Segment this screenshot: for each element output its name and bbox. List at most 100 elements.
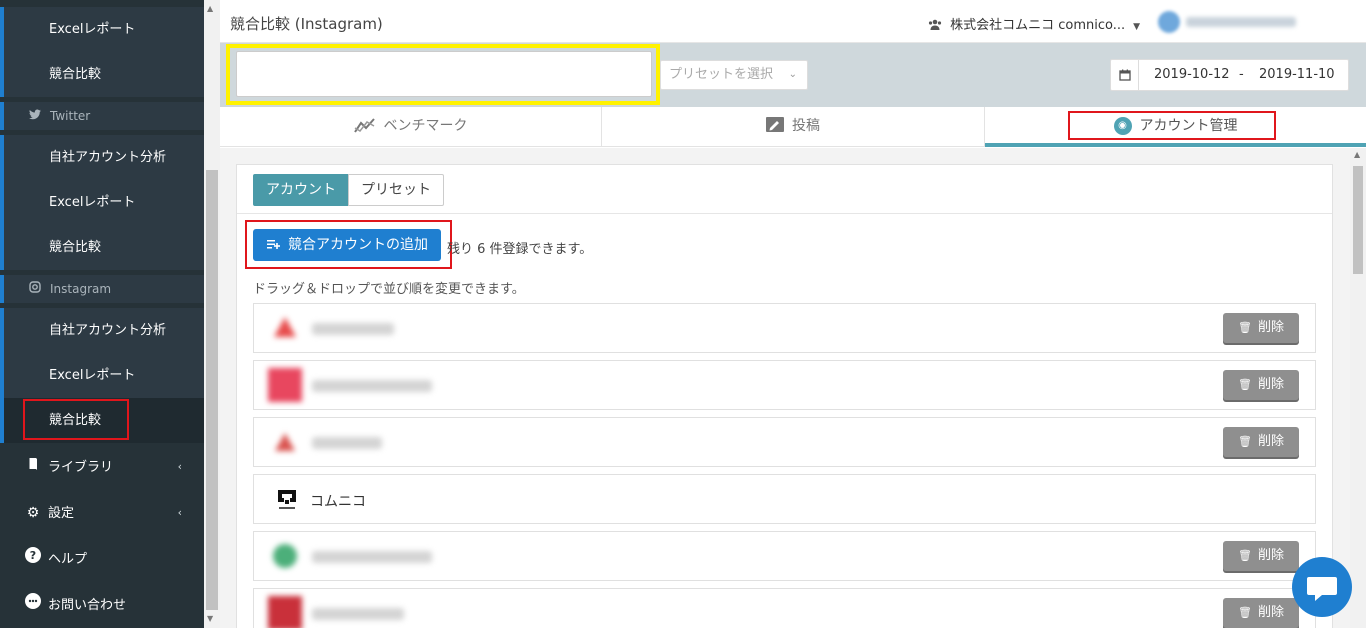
preset-placeholder: プリセットを選択 <box>669 67 774 82</box>
sidebar-item-facebook-competitor[interactable]: 競合比較 <box>0 52 204 97</box>
chevron-left-icon: ‹ <box>177 506 182 519</box>
account-name-blurred <box>312 323 394 335</box>
account-logo-blurred <box>268 368 302 402</box>
scroll-up-icon[interactable]: ▲ <box>207 4 213 13</box>
sidebar-item-contact[interactable]: お問い合わせ <box>0 582 204 628</box>
account-logo-blurred <box>268 425 302 459</box>
user-menu[interactable] <box>1158 11 1326 33</box>
sidebar-item-label: お問い合わせ <box>48 598 127 613</box>
tab-bar: ベンチマーク 投稿 ◉ アカウント管理 <box>220 107 1366 147</box>
account-name-blurred <box>312 551 432 563</box>
drag-drop-hint: ドラッグ＆ドロップで並び順を変更できます。 <box>253 282 525 297</box>
delete-button[interactable]: 🗑 削除 <box>1223 427 1299 457</box>
divider <box>237 213 1332 214</box>
sidebar-group-label: Instagram <box>50 282 112 296</box>
list-item[interactable]: 🗑 削除 <box>253 417 1316 467</box>
contact-icon <box>24 582 42 628</box>
page-title: 競合比較 (Instagram) <box>230 15 383 33</box>
tab-label: 投稿 <box>792 118 820 134</box>
trash-icon: 🗑 <box>1238 435 1252 448</box>
sidebar-item-label: 競合比較 <box>49 67 102 82</box>
tab-posts[interactable]: 投稿 <box>602 107 985 147</box>
scroll-up-icon[interactable]: ▲ <box>1354 150 1360 159</box>
sidebar-item-instagram-excel-report[interactable]: Excelレポート <box>0 353 204 398</box>
highlight-box-tab <box>1068 111 1276 140</box>
sidebar-item-library[interactable]: ライブラリ ‹ <box>0 444 204 490</box>
avatar <box>1158 11 1180 33</box>
account-name: コムニコ <box>310 494 366 510</box>
list-item[interactable]: 🗑 削除 <box>253 360 1316 410</box>
chat-button[interactable] <box>1292 557 1352 617</box>
chart-line-icon <box>353 107 376 145</box>
sidebar-group-twitter: Twitter <box>0 102 204 130</box>
sidebar-item-twitter-own-analysis[interactable]: 自社アカウント分析 <box>0 135 204 180</box>
delete-button[interactable]: 🗑 削除 <box>1223 598 1299 628</box>
date-range-picker[interactable]: 2019-10-12 - 2019-11-10 <box>1110 59 1349 91</box>
segment-preset[interactable]: プリセット <box>348 174 444 206</box>
scroll-down-icon[interactable]: ▼ <box>207 614 213 623</box>
comnico-logo <box>276 488 298 512</box>
remaining-count-text: 残り 6 件登録できます。 <box>447 242 593 257</box>
content-scrollbar[interactable]: ▲ <box>1350 148 1366 628</box>
segment-account[interactable]: アカウント <box>253 174 349 206</box>
book-icon <box>24 444 42 490</box>
account-logo-blurred <box>268 311 302 345</box>
delete-button[interactable]: 🗑 削除 <box>1223 541 1299 571</box>
delete-button[interactable]: 🗑 削除 <box>1223 313 1299 343</box>
list-item[interactable]: 🗑 削除 <box>253 303 1316 353</box>
tab-label: ベンチマーク <box>383 118 468 134</box>
delete-label: 削除 <box>1257 548 1284 563</box>
sidebar-item-label: ライブラリ <box>48 460 114 475</box>
twitter-icon <box>28 102 42 130</box>
preset-select[interactable]: プリセットを選択 ⌄ <box>660 60 808 90</box>
search-input[interactable] <box>236 51 652 97</box>
list-item[interactable]: 🗑 削除 <box>253 588 1316 628</box>
svg-text:?: ? <box>30 549 36 562</box>
delete-label: 削除 <box>1257 320 1284 335</box>
sidebar-item-twitter-excel-report[interactable]: Excelレポート <box>0 180 204 225</box>
highlight-box-add-button <box>245 220 452 269</box>
sidebar-item-label: Excelレポート <box>49 22 136 37</box>
trash-icon: 🗑 <box>1238 321 1252 334</box>
delete-label: 削除 <box>1257 434 1284 449</box>
user-name-blurred <box>1186 17 1296 27</box>
delete-label: 削除 <box>1257 377 1284 392</box>
trash-icon: 🗑 <box>1238 378 1252 391</box>
chat-bubble-icon <box>1307 577 1337 601</box>
header: 競合比較 (Instagram) 株式会社コムニコ comnico... ▼ <box>220 0 1366 43</box>
sidebar-item-facebook-excel-report[interactable]: Excelレポート <box>0 7 204 52</box>
filter-bar: プリセットを選択 ⌄ 2019-10-12 - 2019-11-10 <box>220 43 1366 107</box>
date-from: 2019-10-12 <box>1154 67 1230 82</box>
scrollbar-thumb[interactable] <box>1353 166 1363 274</box>
sidebar-item-label: 自社アカウント分析 <box>49 150 167 165</box>
sidebar-item-settings[interactable]: ⚙ 設定 ‹ <box>0 490 204 536</box>
sidebar-item-twitter-competitor[interactable]: 競合比較 <box>0 225 204 270</box>
help-icon: ? <box>24 536 42 582</box>
delete-label: 削除 <box>1257 605 1284 620</box>
sidebar-item-instagram-own-analysis[interactable]: 自社アカウント分析 <box>0 308 204 353</box>
sidebar-group-label: Twitter <box>50 109 91 123</box>
trash-icon: 🗑 <box>1238 549 1252 562</box>
account-name-blurred <box>312 608 404 620</box>
delete-button[interactable]: 🗑 削除 <box>1223 370 1299 400</box>
sidebar: Excelレポート 競合比較 Twitter 自社アカウント分析 Excelレポ… <box>0 0 204 628</box>
chevron-left-icon: ‹ <box>177 460 182 473</box>
sidebar-group-instagram: Instagram <box>0 275 204 303</box>
tab-benchmark[interactable]: ベンチマーク <box>220 107 602 147</box>
sidebar-item-label: ヘルプ <box>48 552 88 567</box>
sidebar-item-label: 競合比較 <box>49 240 102 255</box>
company-selector[interactable]: 株式会社コムニコ comnico... ▼ <box>928 14 1140 33</box>
account-panel: アカウント プリセット 競合アカウントの追加 残り 6 件登録できます。 ドラッ… <box>236 164 1333 628</box>
scrollbar-thumb[interactable] <box>206 170 218 610</box>
instagram-icon <box>28 275 42 303</box>
post-icon <box>766 107 784 145</box>
account-logo-blurred <box>268 539 302 573</box>
sidebar-scrollbar[interactable]: ▲ ▼ <box>204 0 220 628</box>
list-item[interactable]: コムニコ <box>253 474 1316 524</box>
sidebar-item-help[interactable]: ? ヘルプ <box>0 536 204 582</box>
sidebar-item-label: Excelレポート <box>49 195 136 210</box>
account-name-blurred <box>312 437 382 449</box>
list-item[interactable]: 🗑 削除 <box>253 531 1316 581</box>
gear-icon: ⚙ <box>26 505 40 521</box>
caret-down-icon: ▼ <box>1133 22 1141 32</box>
